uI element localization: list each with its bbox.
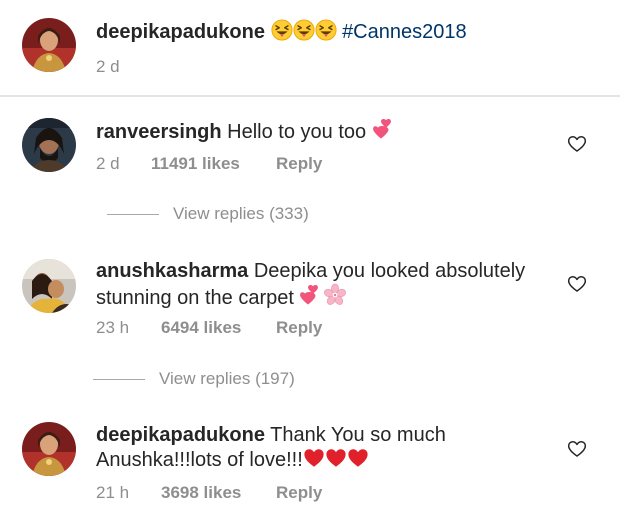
caption-username[interactable]: deepikapadukone xyxy=(96,21,265,43)
caption-divider xyxy=(0,95,620,97)
avatar-deepikapadukone[interactable] xyxy=(22,18,76,72)
red-heart-icon xyxy=(347,447,369,476)
like-heart-icon[interactable] xyxy=(567,439,587,459)
comment-text-line1: Thank You so much xyxy=(270,424,446,446)
cherry-blossom-icon xyxy=(323,283,347,314)
view-replies-button[interactable]: View replies (333) xyxy=(107,204,309,224)
two-hearts-icon xyxy=(372,117,396,148)
post-caption: deepikapadukone #Cannes2018 2 d xyxy=(0,0,620,96)
comment-likes-count[interactable]: 6494 likes xyxy=(161,318,241,338)
comment-timestamp: 23 h xyxy=(96,318,130,337)
comment-likes-count[interactable]: 3698 likes xyxy=(161,483,241,503)
like-heart-icon[interactable] xyxy=(567,274,587,294)
comment-username[interactable]: ranveersingh xyxy=(96,121,222,143)
comment-timestamp: 21 h xyxy=(96,483,130,502)
comment-username[interactable]: anushkasharma xyxy=(96,260,248,282)
replies-line xyxy=(107,213,159,215)
comment-text-line2: stunning on the carpet xyxy=(96,287,294,309)
reply-button[interactable]: Reply xyxy=(276,154,322,174)
comment-likes-count[interactable]: 11491 likes xyxy=(151,154,240,174)
caption-timestamp: 2 d xyxy=(96,57,120,76)
comment-text-line1: Deepika you looked absolutely xyxy=(253,260,526,282)
two-hearts-icon xyxy=(299,283,323,314)
replies-line xyxy=(93,378,145,380)
red-heart-icon xyxy=(303,447,325,476)
reply-button[interactable]: Reply xyxy=(276,483,322,503)
avatar-deepikapadukone[interactable] xyxy=(22,422,76,476)
avatar-anushkasharma[interactable] xyxy=(22,259,76,313)
comment-timestamp: 2 d xyxy=(96,154,120,173)
caption-hashtag[interactable]: #Cannes2018 xyxy=(342,21,467,43)
squinting-face-with-tongue-icon xyxy=(293,19,315,48)
squinting-face-with-tongue-icon xyxy=(271,19,293,48)
view-replies-label: View replies (333) xyxy=(173,204,309,223)
squinting-face-with-tongue-icon xyxy=(315,19,337,48)
comment-text: Hello to you too xyxy=(227,121,367,143)
view-replies-button[interactable]: View replies (197) xyxy=(93,369,295,389)
comment-username[interactable]: deepikapadukone xyxy=(96,424,265,446)
reply-button[interactable]: Reply xyxy=(276,318,322,338)
view-replies-label: View replies (197) xyxy=(159,369,295,388)
red-heart-icon xyxy=(325,447,347,476)
comment-text-line2: Anushka!!!lots of love!!! xyxy=(96,449,303,471)
avatar-ranveersingh[interactable] xyxy=(22,118,76,172)
like-heart-icon[interactable] xyxy=(567,134,587,154)
